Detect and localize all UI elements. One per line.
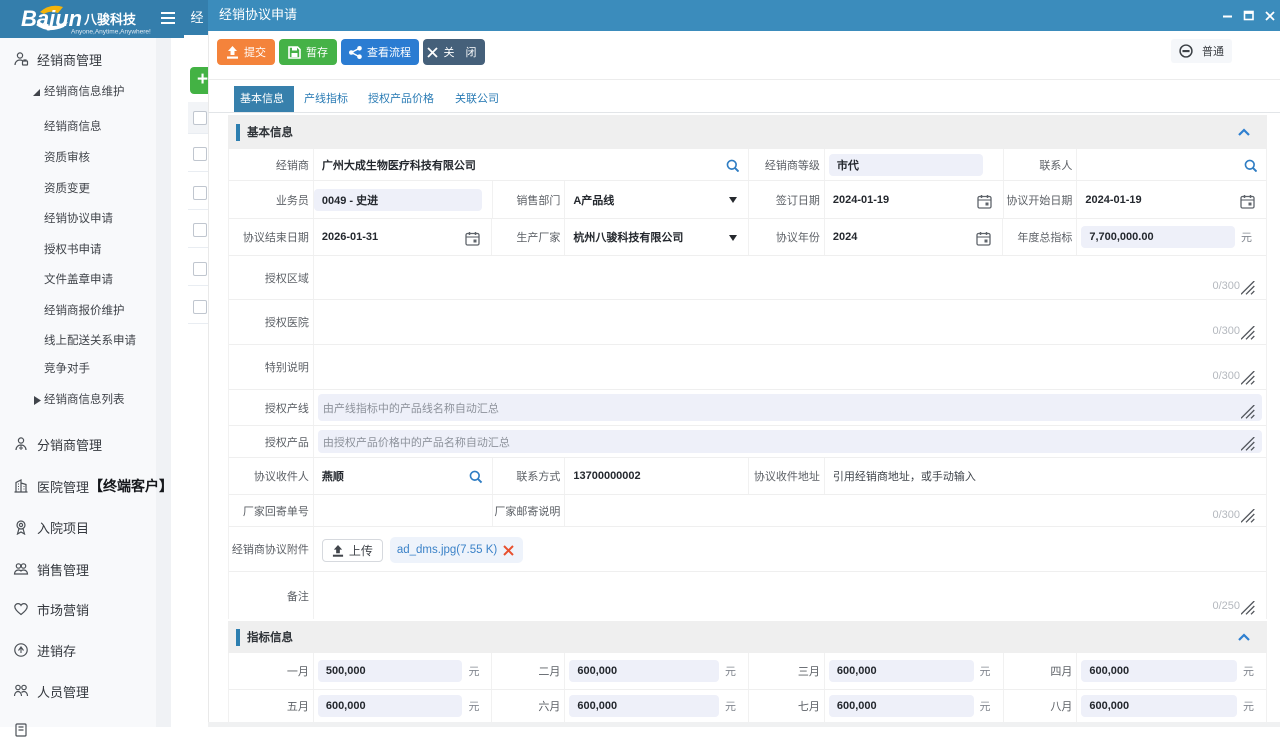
- svg-text:八骏科技: 八骏科技: [83, 12, 137, 27]
- svg-text:Bajun: Bajun: [21, 6, 82, 31]
- svg-text:Anyone,Anytime,Anywhere!: Anyone,Anytime,Anywhere!: [71, 29, 151, 36]
